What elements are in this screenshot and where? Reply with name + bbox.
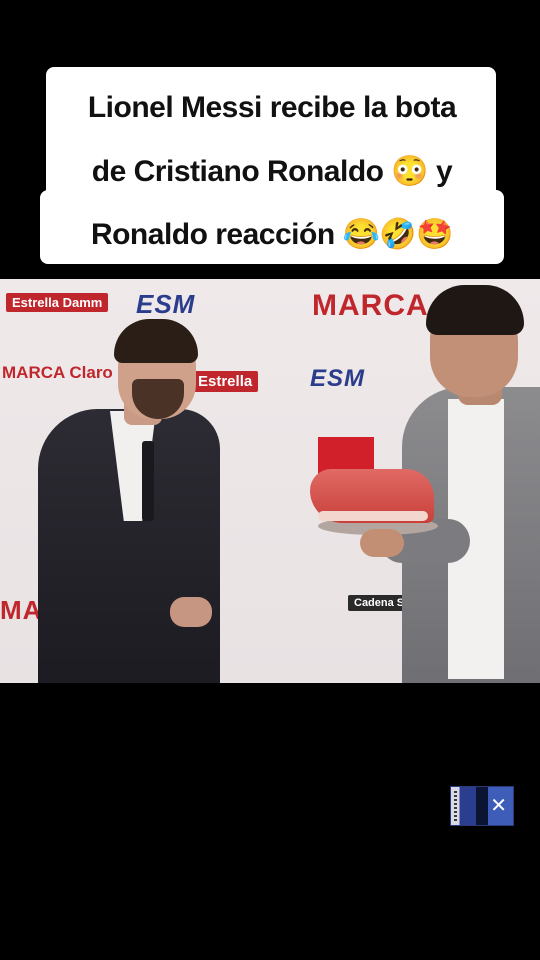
backdrop-logo-esm: ESM <box>136 289 196 319</box>
caption-line-1: Lionel Messi recibe la bota <box>87 91 457 124</box>
backdrop-logo-esm-2: ESM <box>310 365 366 392</box>
backdrop-logo-marca: MARCA <box>312 289 429 322</box>
backdrop-logo-marca-claro: MARCA Claro <box>2 363 113 382</box>
watermark-barcode <box>454 791 457 821</box>
watermark-x-mark: ✕ <box>490 793 507 817</box>
backdrop-logo-estrella-2: Estrella <box>192 371 259 392</box>
caption-line-3: Ronaldo reacción 😂🤣🤩 <box>90 218 454 251</box>
video-frame[interactable]: Estrella Damm ESM MARCA MARCA Claro Estr… <box>0 279 540 683</box>
backdrop-logo-estrella: Estrella Damm <box>6 293 109 312</box>
tv-channel-logo-icon: ✕ <box>450 786 514 826</box>
ronaldo-hand <box>360 529 404 557</box>
messi-hand <box>170 597 212 627</box>
ronaldo-hair <box>426 285 524 335</box>
messi-tie <box>142 441 154 521</box>
caption-line-2: de Cristiano Ronaldo 😳 y <box>91 155 453 188</box>
boot-sole <box>318 511 428 521</box>
